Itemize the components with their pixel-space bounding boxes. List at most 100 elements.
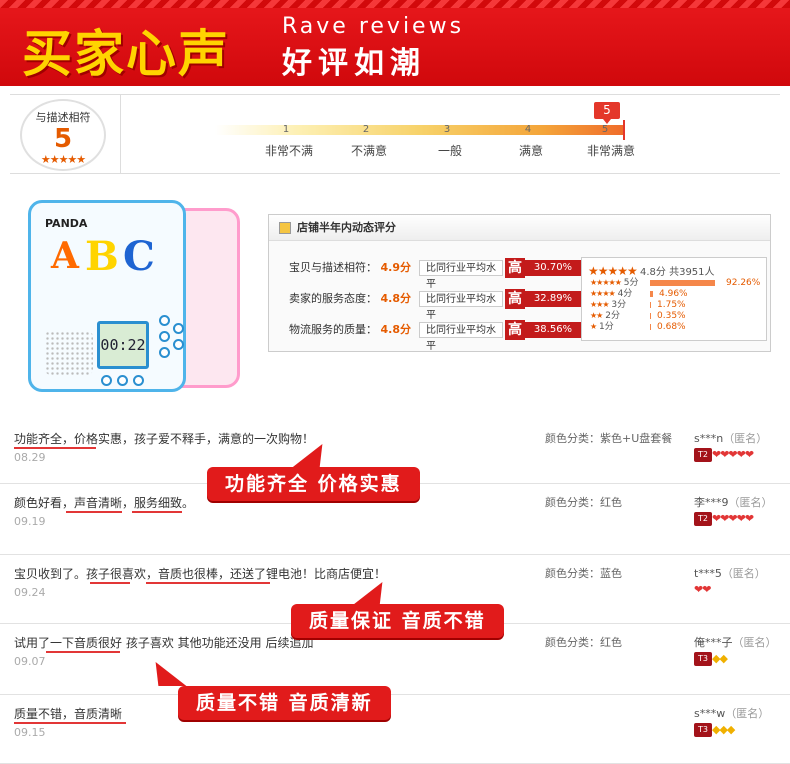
device-lcd: 00:22 bbox=[97, 321, 149, 369]
distribution-stars: ★ bbox=[590, 322, 597, 331]
compare-label: 比同行业平均水平 bbox=[419, 322, 503, 352]
review-sku: 颜色分类：蓝色 bbox=[545, 567, 622, 580]
rating-level-label: 不满意 bbox=[350, 144, 387, 158]
review-text: 颜色好看，声音清晰，服务细致。 bbox=[14, 496, 195, 510]
distribution-label: 5分 bbox=[623, 278, 639, 288]
store-score-header: 店铺半年内动态评分 bbox=[269, 215, 770, 241]
score-value: 4.9分 bbox=[380, 261, 412, 274]
score-value: 4.8分 bbox=[380, 292, 412, 305]
level-badge: T3 bbox=[694, 723, 712, 737]
distribution-pct: 1.75% bbox=[657, 300, 686, 310]
review-date: 08.29 bbox=[14, 451, 46, 464]
review-anon: （匿名） bbox=[728, 496, 773, 509]
review-row: 质量不错，音质清晰 09.15 s***w（匿名） T3 ◆◆◆ bbox=[0, 695, 790, 764]
score-value: 4.8分 bbox=[380, 323, 412, 336]
compare-block: 比同行业平均水平 高 30.70% bbox=[419, 258, 589, 290]
device-letter: C bbox=[123, 233, 155, 280]
credit-icon: ❤❤❤❤❤ bbox=[712, 512, 754, 525]
high-badge: 高 bbox=[505, 320, 525, 340]
review-underline bbox=[132, 511, 182, 513]
distribution-label: 2分 bbox=[605, 311, 620, 321]
store-score-panel: 店铺半年内动态评分 宝贝与描述相符： 4.9分 比同行业平均水平 高 30.70… bbox=[268, 214, 771, 352]
review-user: 李***9（匿名） bbox=[694, 494, 773, 510]
level-badge: T2 bbox=[694, 512, 712, 526]
review-text: 功能齐全，价格实惠，孩子爱不释手，满意的一次购物！ bbox=[14, 432, 315, 446]
compare-pct: 38.56% bbox=[525, 322, 581, 338]
review-date: 09.07 bbox=[14, 655, 46, 668]
device-speaker bbox=[45, 331, 93, 375]
high-badge: 高 bbox=[505, 289, 525, 309]
callout-banner: 功能齐全 价格实惠 bbox=[207, 467, 420, 501]
rating-score: 5 bbox=[53, 124, 73, 154]
review-anon: （匿名） bbox=[721, 567, 766, 580]
review-text: 质量不错，音质清晰 bbox=[14, 707, 123, 721]
review-underline bbox=[14, 447, 96, 449]
review-date: 09.19 bbox=[14, 515, 46, 528]
distribution-pct: 92.26% bbox=[726, 278, 761, 288]
review-badges: T2 ❤❤❤❤❤ bbox=[694, 448, 754, 462]
credit-icon: ❤❤ bbox=[694, 583, 711, 596]
distribution-stars: ★★★★ bbox=[590, 289, 616, 298]
device-brand: PANDA bbox=[45, 217, 88, 230]
rating-tick: 2 bbox=[362, 124, 370, 135]
banner-title-cn: 买家心声 bbox=[22, 25, 230, 83]
rating-level-label: 一般 bbox=[437, 144, 462, 158]
device-letter: A bbox=[51, 235, 79, 277]
review-sku: 颜色分类：红色 bbox=[545, 496, 622, 509]
banner: 买家心声 Rave reviews 好评如潮 bbox=[0, 0, 790, 86]
device-blue: PANDA A B C 00:22 bbox=[28, 200, 186, 392]
rating-marker: 5 bbox=[594, 102, 620, 124]
review-sku: 颜色分类：紫色+U盘套餐 bbox=[545, 432, 673, 445]
level-badge: T3 bbox=[694, 652, 712, 666]
review-username: s***w bbox=[694, 707, 726, 720]
rating-circle: 与描述相符 5 ★★★★★ bbox=[20, 99, 106, 171]
device-letter: B bbox=[85, 233, 119, 280]
store-score-row: 物流服务的质量： 4.8分 bbox=[289, 321, 411, 339]
compare-block: 比同行业平均水平 高 32.89% bbox=[419, 289, 589, 321]
distribution-stars: ★★ bbox=[590, 311, 603, 320]
distribution-stars: ★★★ bbox=[590, 300, 609, 309]
review-sku: 颜色分类：红色 bbox=[545, 636, 622, 649]
high-badge: 高 bbox=[505, 258, 525, 278]
distribution-row: ★★ 2分 0.35% bbox=[590, 311, 686, 321]
callout-banner: 质量不错 音质清新 bbox=[178, 686, 391, 720]
compare-label: 比同行业平均水平 bbox=[419, 260, 503, 290]
banner-stripe bbox=[0, 0, 790, 8]
review-anon: （匿名） bbox=[723, 432, 768, 445]
distribution-pct: 0.35% bbox=[657, 311, 686, 321]
review-username: s***n bbox=[694, 432, 724, 445]
store-score-title: 店铺半年内动态评分 bbox=[297, 221, 396, 234]
distribution-label: 4分 bbox=[617, 289, 633, 299]
level-badge: T2 bbox=[694, 448, 712, 462]
review-badges: T3 ◆◆◆ bbox=[694, 723, 735, 737]
distribution-bar bbox=[650, 280, 715, 286]
review-anon: （匿名） bbox=[732, 636, 777, 649]
distribution-pct: 0.68% bbox=[657, 322, 686, 332]
distribution-stars: ★★★★★ bbox=[590, 278, 622, 287]
summary-stars: ★★★★★ bbox=[588, 264, 638, 278]
credit-icon: ❤❤❤❤❤ bbox=[712, 448, 754, 461]
score-distribution: ★★★★★ 4.8分 共3951人 ★★★★★ 5分 92.26% ★★★★ 4分 4… bbox=[581, 257, 767, 341]
review-username: 俺***子 bbox=[694, 636, 733, 649]
rating-tick: 3 bbox=[443, 124, 451, 135]
rating-level-label: 非常满意 bbox=[586, 144, 635, 158]
distribution-row: ★★★★★ 5分 92.26% bbox=[590, 278, 760, 288]
credit-icon: ◆◆◆ bbox=[712, 723, 735, 736]
review-underline bbox=[90, 582, 130, 584]
rating-tick: 4 bbox=[524, 124, 532, 135]
rating-divider bbox=[120, 95, 121, 173]
rating-tick: 1 bbox=[282, 124, 290, 135]
compare-pct: 30.70% bbox=[525, 260, 581, 276]
review-badges: T2 ❤❤❤❤❤ bbox=[694, 512, 754, 526]
review-user: s***n（匿名） bbox=[694, 430, 767, 446]
compare-label: 比同行业平均水平 bbox=[419, 291, 503, 321]
review-date: 09.24 bbox=[14, 586, 46, 599]
distribution-row: ★★★★ 4分 4.96% bbox=[590, 289, 688, 299]
distribution-label: 3分 bbox=[611, 300, 627, 310]
compare-block: 比同行业平均水平 高 38.56% bbox=[419, 320, 589, 352]
rating-stars: ★★★★★ bbox=[40, 153, 86, 166]
summary-avg: 4.8分 bbox=[639, 267, 666, 278]
review-underline bbox=[46, 651, 120, 653]
distribution-bar bbox=[650, 313, 651, 319]
review-underline bbox=[14, 722, 126, 724]
